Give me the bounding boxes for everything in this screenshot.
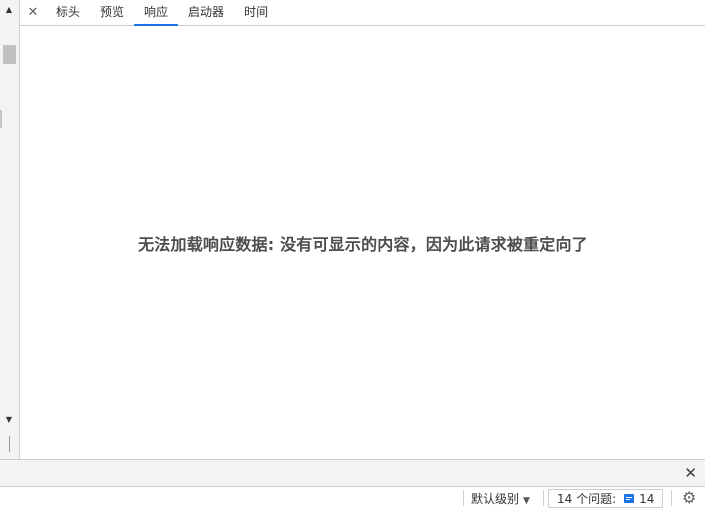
gear-icon[interactable]: ⚙ — [682, 489, 696, 507]
scroll-up-arrow-icon[interactable]: ▲ — [3, 4, 15, 16]
panel-divider-mark — [0, 110, 2, 128]
tab-headers[interactable]: 标头 — [46, 0, 90, 25]
console-drawer-header: ✕ — [0, 459, 705, 487]
chevron-down-icon: ▼ — [523, 496, 530, 506]
tab-response[interactable]: 响应 — [134, 0, 179, 26]
request-list-sliver: ▲ ▼ — [0, 0, 20, 459]
toolbar-divider — [543, 490, 544, 506]
devtools-network-detail: ▲ ▼ ✕ 标头 预览 响应 启动器 时间 无法加载响应数据: 没有可显示的内容… — [0, 0, 705, 509]
issues-button[interactable]: 14 个问题: 14 — [548, 489, 664, 508]
scroll-down-arrow-icon[interactable]: ▼ — [3, 414, 15, 426]
tab-timing[interactable]: 时间 — [234, 0, 278, 25]
empty-response-message: 无法加载响应数据: 没有可显示的内容，因为此请求被重定向了 — [138, 235, 588, 254]
scrollbar-thumb[interactable] — [3, 45, 16, 64]
toolbar-divider — [671, 490, 672, 506]
response-content-panel: 无法加载响应数据: 没有可显示的内容，因为此请求被重定向了 — [21, 26, 705, 459]
issues-count: 14 — [639, 491, 655, 506]
detail-tab-bar: ✕ 标头 预览 响应 启动器 时间 — [20, 0, 705, 26]
issues-label: 14 个问题: — [557, 491, 617, 506]
tab-initiator[interactable]: 启动器 — [178, 0, 234, 25]
log-level-dropdown[interactable]: 默认级别 ▼ — [471, 487, 530, 509]
close-drawer-icon[interactable]: ✕ — [684, 464, 697, 482]
toolbar-divider — [463, 490, 464, 506]
panel-divider-mark — [9, 436, 10, 452]
console-toolbar: 默认级别 ▼ 14 个问题: 14 ⚙ — [0, 487, 705, 509]
close-icon[interactable]: ✕ — [20, 0, 46, 25]
log-level-label: 默认级别 — [471, 492, 520, 506]
message-icon — [624, 494, 635, 503]
tab-preview[interactable]: 预览 — [90, 0, 134, 25]
